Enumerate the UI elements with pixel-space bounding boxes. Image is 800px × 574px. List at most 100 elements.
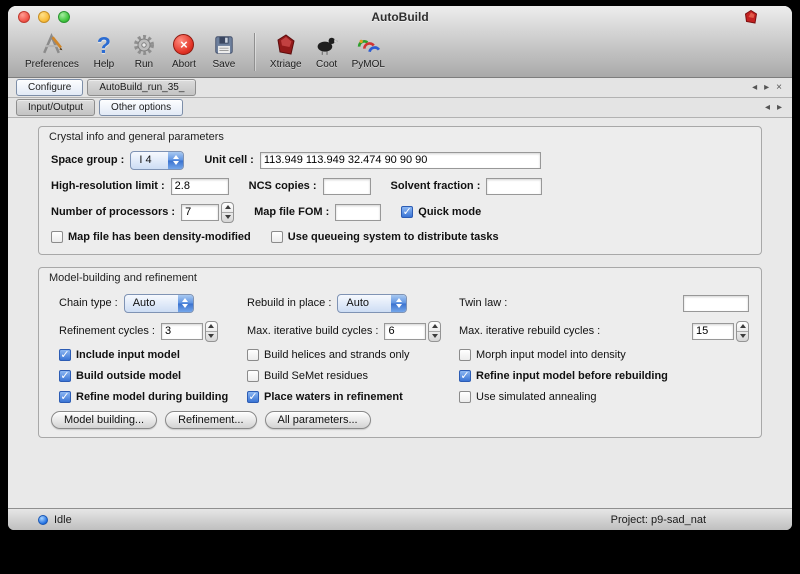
checkbox-label: Include input model bbox=[76, 349, 180, 361]
checkbox-box bbox=[459, 391, 471, 403]
toolbar-label: Preferences bbox=[25, 59, 79, 70]
tab-configure[interactable]: Configure bbox=[16, 79, 83, 96]
toolbar: Preferences ? Help Run Abort Save bbox=[8, 28, 792, 77]
toolbar-button-coot[interactable]: Coot bbox=[307, 31, 347, 70]
model-buttons-row: Model building... Refinement... All para… bbox=[39, 407, 761, 437]
checkbox-box bbox=[271, 231, 283, 243]
rebuild-in-place-dropdown[interactable]: Auto bbox=[337, 294, 407, 313]
model-checkbox-row-3: Refine model during building Place water… bbox=[39, 386, 761, 407]
toolbar-button-save[interactable]: Save bbox=[204, 31, 244, 70]
checkbox-box bbox=[459, 349, 471, 361]
coot-bird-icon bbox=[314, 31, 339, 58]
map-fom-label: Map file FOM : bbox=[254, 206, 329, 218]
refinement-cycles-stepper[interactable] bbox=[205, 321, 218, 342]
checkbox-box bbox=[59, 391, 71, 403]
refine-input-model-checkbox[interactable]: Refine input model before rebuilding bbox=[459, 370, 668, 382]
unit-cell-input[interactable] bbox=[260, 152, 541, 169]
refinement-cycles-input[interactable] bbox=[161, 323, 203, 340]
tab-input-output[interactable]: Input/Output bbox=[16, 99, 95, 116]
window-header: AutoBuild Preferences ? Help Run bbox=[8, 6, 792, 78]
twin-law-input[interactable] bbox=[683, 295, 749, 312]
subtab-nav-controls: ◂ ▸ bbox=[765, 98, 782, 117]
tab-scroll-right-icon[interactable]: ▸ bbox=[764, 83, 769, 93]
preferences-icon bbox=[39, 31, 64, 58]
quick-mode-checkbox[interactable]: Quick mode bbox=[401, 206, 481, 218]
processors-stepper[interactable] bbox=[221, 202, 234, 223]
subtab-scroll-left-icon[interactable]: ◂ bbox=[765, 103, 770, 113]
toolbar-label: Run bbox=[135, 59, 153, 70]
max-build-cycles-stepper[interactable] bbox=[428, 321, 441, 342]
refine-during-building-checkbox[interactable]: Refine model during building bbox=[59, 391, 228, 403]
high-res-input[interactable] bbox=[171, 178, 229, 195]
include-input-model-checkbox[interactable]: Include input model bbox=[59, 349, 180, 361]
morph-input-model-checkbox[interactable]: Morph input model into density bbox=[459, 349, 626, 361]
model-building-button[interactable]: Model building... bbox=[51, 411, 157, 429]
ncs-copies-input[interactable] bbox=[323, 178, 371, 195]
checkbox-label: Morph input model into density bbox=[476, 349, 626, 361]
toolbar-label: Help bbox=[94, 59, 115, 70]
toolbar-button-run[interactable]: Run bbox=[124, 31, 164, 70]
toolbar-button-xtriage[interactable]: Xtriage bbox=[265, 31, 307, 70]
tab-close-icon[interactable]: × bbox=[776, 83, 782, 93]
toolbar-button-preferences[interactable]: Preferences bbox=[20, 31, 84, 70]
tab-scroll-left-icon[interactable]: ◂ bbox=[752, 83, 757, 93]
checkbox-label: Quick mode bbox=[418, 206, 481, 218]
checkbox-box bbox=[401, 206, 413, 218]
chain-type-dropdown[interactable]: Auto bbox=[124, 294, 194, 313]
phenix-logo-icon bbox=[744, 10, 758, 24]
subtab-scroll-right-icon[interactable]: ▸ bbox=[777, 103, 782, 113]
unit-cell-label: Unit cell : bbox=[204, 154, 254, 166]
model-building-group: Model-building and refinement Chain type… bbox=[38, 267, 762, 438]
dropdown-arrows-icon bbox=[391, 295, 406, 312]
toolbar-button-abort[interactable]: Abort bbox=[164, 31, 204, 70]
checkbox-box bbox=[247, 391, 259, 403]
group-title: Crystal info and general parameters bbox=[39, 127, 761, 147]
options-panel: Crystal info and general parameters Spac… bbox=[8, 118, 792, 508]
high-res-label: High-resolution limit : bbox=[51, 180, 165, 192]
crystal-row-space-group: Space group : I 4 Unit cell : bbox=[39, 147, 761, 173]
checkbox-label: Refine model during building bbox=[76, 391, 228, 403]
pymol-icon bbox=[356, 31, 381, 58]
max-rebuild-cycles-stepper[interactable] bbox=[736, 321, 749, 342]
checkbox-box bbox=[247, 370, 259, 382]
max-build-cycles-input[interactable] bbox=[384, 323, 426, 340]
space-group-dropdown[interactable]: I 4 bbox=[130, 151, 184, 170]
build-outside-model-checkbox[interactable]: Build outside model bbox=[59, 370, 181, 382]
space-group-label: Space group : bbox=[51, 154, 124, 166]
checkbox-label: Refine input model before rebuilding bbox=[476, 370, 668, 382]
checkbox-label: Use simulated annealing bbox=[476, 391, 596, 403]
toolbar-button-pymol[interactable]: PyMOL bbox=[347, 31, 390, 70]
run-tab-bar: Configure AutoBuild_run_35_ ◂ ▸ × bbox=[8, 78, 792, 98]
processors-input[interactable] bbox=[181, 204, 219, 221]
all-parameters-button[interactable]: All parameters... bbox=[265, 411, 371, 429]
options-tab-bar: Input/Output Other options ◂ ▸ bbox=[8, 98, 792, 118]
density-modified-checkbox[interactable]: Map file has been density-modified bbox=[51, 231, 251, 243]
crystal-row-resolution: High-resolution limit : NCS copies : Sol… bbox=[39, 173, 761, 199]
checkbox-box bbox=[247, 349, 259, 361]
dropdown-arrows-icon bbox=[178, 295, 193, 312]
build-semet-residues-checkbox[interactable]: Build SeMet residues bbox=[247, 370, 368, 382]
model-row-cycles: Refinement cycles : Max. iterative build… bbox=[39, 318, 761, 344]
solvent-fraction-input[interactable] bbox=[486, 178, 542, 195]
window-title: AutoBuild bbox=[8, 10, 792, 24]
chain-type-label: Chain type : bbox=[59, 297, 118, 309]
checkbox-box bbox=[59, 370, 71, 382]
checkbox-label: Place waters in refinement bbox=[264, 391, 403, 403]
place-waters-checkbox[interactable]: Place waters in refinement bbox=[247, 391, 403, 403]
title-bar[interactable]: AutoBuild bbox=[8, 6, 792, 28]
crystal-row-processors: Number of processors : Map file FOM : Qu… bbox=[39, 199, 761, 225]
rebuild-in-place-label: Rebuild in place : bbox=[247, 297, 331, 309]
map-fom-input[interactable] bbox=[335, 204, 381, 221]
xtriage-icon bbox=[274, 31, 298, 58]
tab-autobuild-run-35[interactable]: AutoBuild_run_35_ bbox=[87, 79, 196, 96]
tab-other-options[interactable]: Other options bbox=[99, 99, 183, 116]
build-helices-strands-checkbox[interactable]: Build helices and strands only bbox=[247, 349, 410, 361]
status-text: Idle bbox=[54, 514, 72, 526]
simulated-annealing-checkbox[interactable]: Use simulated annealing bbox=[459, 391, 596, 403]
queueing-system-checkbox[interactable]: Use queueing system to distribute tasks bbox=[271, 231, 499, 243]
toolbar-label: Xtriage bbox=[270, 59, 302, 70]
toolbar-button-help[interactable]: ? Help bbox=[84, 31, 124, 70]
refinement-button[interactable]: Refinement... bbox=[165, 411, 256, 429]
project-label: Project: p9-sad_nat bbox=[611, 514, 706, 526]
max-rebuild-cycles-input[interactable] bbox=[692, 323, 734, 340]
